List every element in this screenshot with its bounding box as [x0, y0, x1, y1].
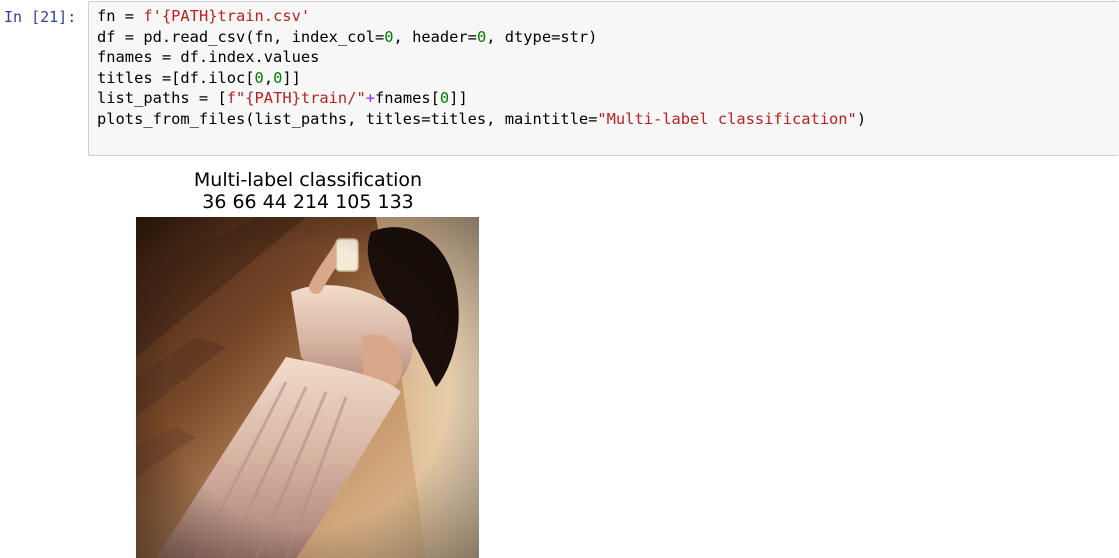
code-text: ): [856, 109, 867, 128]
code-line-1: fn = f'{PATH}train.csv': [97, 7, 310, 25]
code-number: 0: [254, 68, 264, 87]
code-text: fnames = df.index.values: [97, 48, 320, 67]
code-text: fn =: [97, 7, 144, 25]
code-number: 0: [476, 27, 487, 46]
code-editor[interactable]: fn = f'{PATH}train.csv' df = pd.read_csv…: [97, 6, 866, 130]
code-string: "Multi-label classification": [597, 109, 857, 128]
code-number: 0: [439, 89, 450, 108]
code-string: f'{PATH}train.csv': [143, 7, 311, 25]
code-cell-input[interactable]: fn = f'{PATH}train.csv' df = pd.read_csv…: [88, 1, 1119, 156]
code-line-2: df = pd.read_csv(fn, index_col=0, header…: [97, 28, 597, 46]
code-text: list_paths = [: [97, 89, 227, 108]
code-line-4: titles =[df.iloc[0,0]]: [97, 69, 301, 87]
code-text: fnames[: [375, 89, 440, 108]
input-prompt: In [21]:: [4, 8, 77, 26]
figure-title: Multi-label classification 36 66 44 214 …: [136, 169, 480, 213]
code-text: df = pd.read_csv(fn, index_col=: [97, 27, 385, 46]
code-text: ]]: [282, 68, 301, 87]
photo-illustration: [136, 217, 479, 558]
code-line-6: plots_from_files(list_paths, titles=titl…: [97, 110, 866, 128]
code-text: ]]: [449, 89, 468, 108]
code-operator: +: [365, 89, 376, 108]
code-text: titles =[df.iloc[: [97, 68, 255, 87]
code-text: , dtype=str): [486, 27, 598, 46]
code-number: 0: [273, 68, 283, 87]
output-image: [136, 217, 479, 558]
code-number: 0: [384, 27, 394, 46]
code-string: f"{PATH}train/": [226, 89, 366, 108]
code-line-5: list_paths = [f"{PATH}train/"+fnames[0]]: [97, 89, 468, 107]
code-text: plots_from_files(list_paths, titles=titl…: [97, 109, 598, 128]
figure-subtitle: 36 66 44 214 105 133: [202, 190, 414, 213]
code-text: , header=: [393, 27, 477, 46]
code-line-3: fnames = df.index.values: [97, 48, 319, 66]
code-text: ,: [263, 68, 274, 87]
figure-main-title: Multi-label classification: [193, 169, 423, 191]
